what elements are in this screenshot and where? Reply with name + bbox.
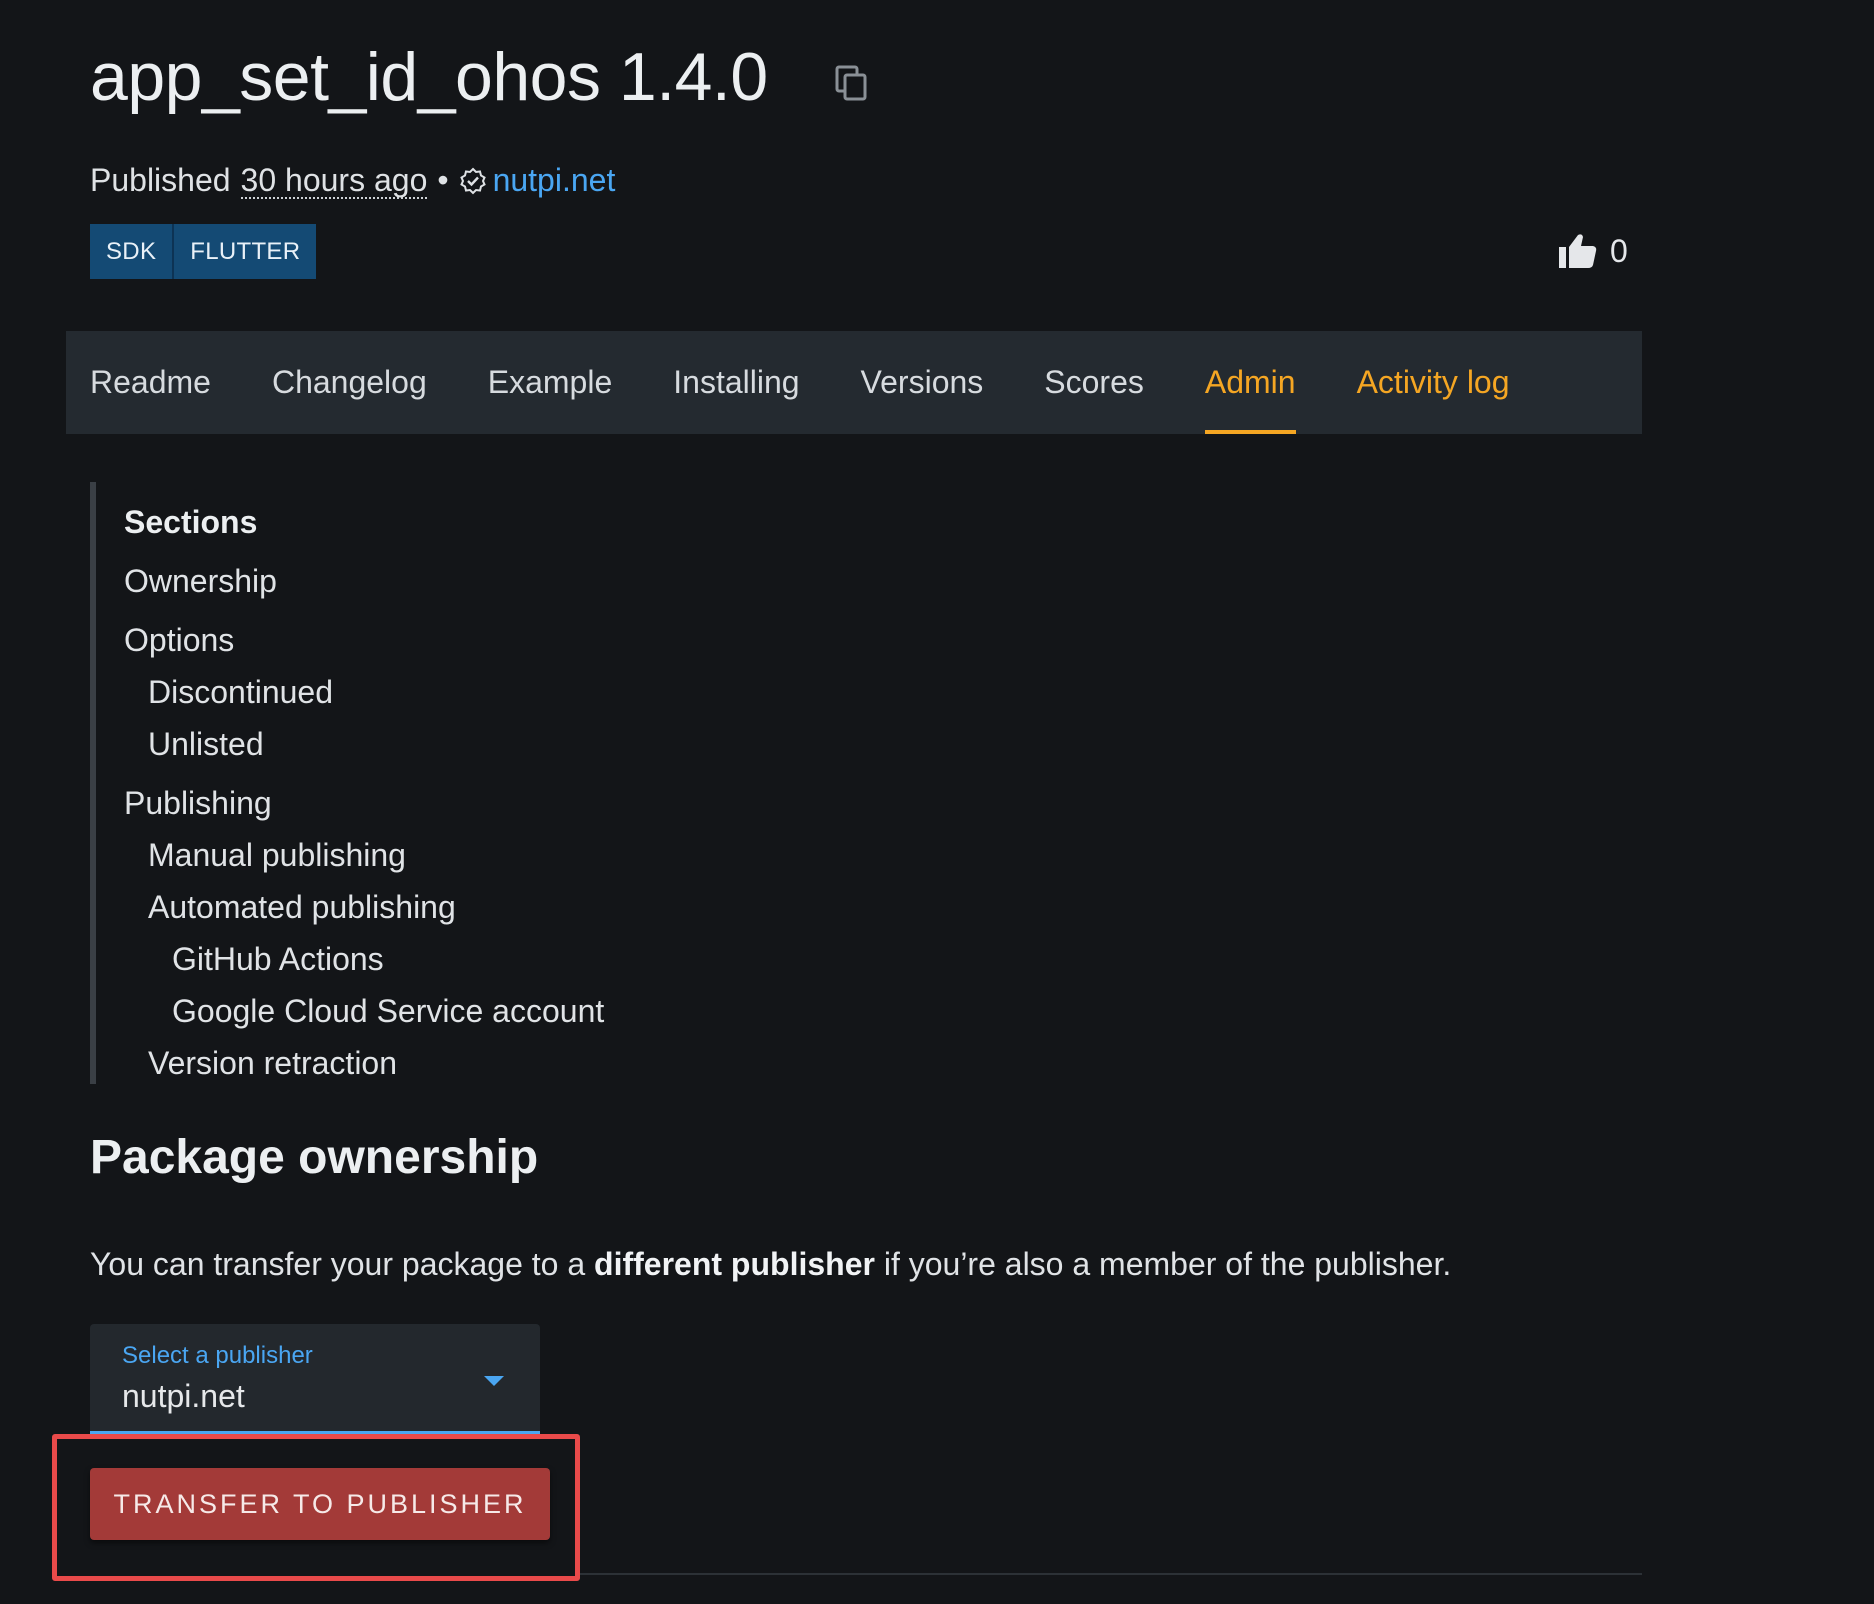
toc-item-manual-publishing[interactable]: Manual publishing (124, 829, 790, 881)
tab-scores[interactable]: Scores (1044, 331, 1144, 434)
toc-item-automated-publishing[interactable]: Automated publishing (124, 881, 790, 933)
toc-heading: Sections (124, 503, 258, 540)
publisher-select-value: nutpi.net (122, 1378, 245, 1414)
publisher-select[interactable]: Select a publisher nutpi.net (90, 1324, 540, 1434)
package-ownership-heading: Package ownership (90, 1131, 539, 1184)
toc-item-publishing[interactable]: Publishing (124, 777, 790, 829)
like-count: 0 (1610, 232, 1628, 269)
package-tabs: Readme Changelog Example Installing Vers… (66, 331, 1642, 434)
desc-text-bold: different publisher (594, 1246, 875, 1282)
toc-item-github-actions[interactable]: GitHub Actions (124, 933, 790, 985)
tab-admin[interactable]: Admin (1204, 331, 1296, 434)
tag-flutter[interactable]: FLUTTER (172, 224, 317, 279)
published-label: Published (90, 162, 231, 198)
publisher-link[interactable]: nutpi.net (493, 162, 616, 199)
sections-toc: Sections Ownership Options Discontinued … (90, 482, 790, 1084)
tag-sdk[interactable]: SDK (90, 224, 173, 279)
published-time: 30 hours ago (240, 161, 428, 199)
meta-separator: • (437, 162, 449, 198)
toc-item-version-retraction[interactable]: Version retraction (124, 1037, 790, 1089)
sdk-tags: SDK FLUTTER (90, 224, 317, 279)
toc-item-google-cloud-service-account[interactable]: Google Cloud Service account (124, 985, 790, 1037)
toc-item-discontinued[interactable]: Discontinued (124, 666, 790, 718)
toc-item-ownership[interactable]: Ownership (124, 555, 790, 607)
tab-installing[interactable]: Installing (673, 331, 799, 434)
publisher-select-label: Select a publisher (122, 1342, 313, 1369)
ownership-description: You can transfer your package to a diffe… (90, 1246, 1451, 1283)
tab-example[interactable]: Example (488, 331, 613, 434)
tab-activity-log[interactable]: Activity log (1357, 331, 1510, 434)
copy-icon[interactable] (834, 64, 870, 102)
toc-item-unlisted[interactable]: Unlisted (124, 718, 790, 770)
verified-publisher-icon (459, 167, 486, 194)
desc-text-after: if you’re also a member of the publisher… (874, 1246, 1452, 1282)
thumbs-up-icon (1559, 234, 1597, 268)
desc-text-before: You can transfer your package to a (90, 1246, 595, 1282)
package-meta: Published 30 hours ago • nutpi.net (90, 162, 615, 199)
tab-readme[interactable]: Readme (90, 331, 211, 434)
caret-down-icon (484, 1376, 504, 1386)
transfer-to-publisher-button[interactable]: TRANSFER TO PUBLISHER (90, 1468, 550, 1540)
admin-page: app_set_id_ohos 1.4.0 Published 30 hours… (0, 0, 1874, 1604)
like-button[interactable]: 0 (1558, 232, 1628, 270)
toc-item-options[interactable]: Options (124, 614, 790, 666)
package-title: app_set_id_ohos 1.4.0 (90, 39, 768, 115)
section-divider (580, 1573, 1642, 1575)
tab-versions[interactable]: Versions (861, 331, 984, 434)
tab-changelog[interactable]: Changelog (272, 331, 427, 434)
